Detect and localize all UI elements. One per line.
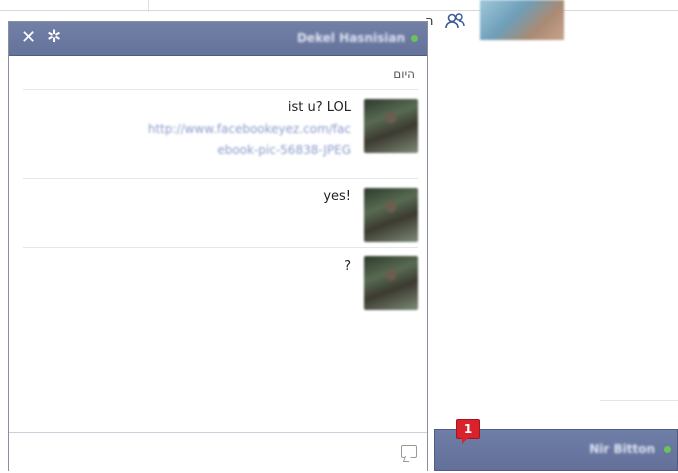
unread-badge: 1 [456, 419, 480, 444]
chat-title[interactable]: Dekel Hasnisian [297, 31, 405, 45]
friends-icon[interactable] [444, 12, 468, 32]
gear-icon[interactable]: ✲ [47, 27, 61, 47]
online-status-dot [411, 35, 418, 42]
close-icon[interactable]: ✕ [21, 27, 36, 48]
page-top-border [0, 10, 678, 11]
avatar[interactable] [364, 99, 418, 153]
message-input[interactable] [9, 432, 427, 473]
page-divider [148, 0, 149, 12]
message-separator [23, 89, 418, 90]
message-text: yes! [323, 189, 351, 204]
background-photo [480, 0, 564, 40]
message-separator [23, 247, 418, 248]
message-separator [23, 178, 418, 179]
emoticon-icon[interactable] [401, 445, 417, 458]
chat-tab-title[interactable]: Nir Bitton [589, 442, 655, 456]
message-text: ist u? LOL [287, 100, 351, 115]
day-label: היום [393, 67, 415, 81]
message-text: ? [344, 259, 351, 274]
avatar[interactable] [364, 188, 418, 242]
right-divider [600, 400, 678, 401]
chat-window: ✕ ✲ Dekel Hasnisian היום ist u? LOL http… [8, 21, 428, 473]
chat-header[interactable]: ✕ ✲ Dekel Hasnisian [9, 22, 427, 56]
message-link[interactable]: http://www.facebookeyez.com/facebook-pic… [141, 119, 351, 161]
avatar[interactable] [364, 256, 418, 310]
online-status-dot [664, 446, 671, 453]
